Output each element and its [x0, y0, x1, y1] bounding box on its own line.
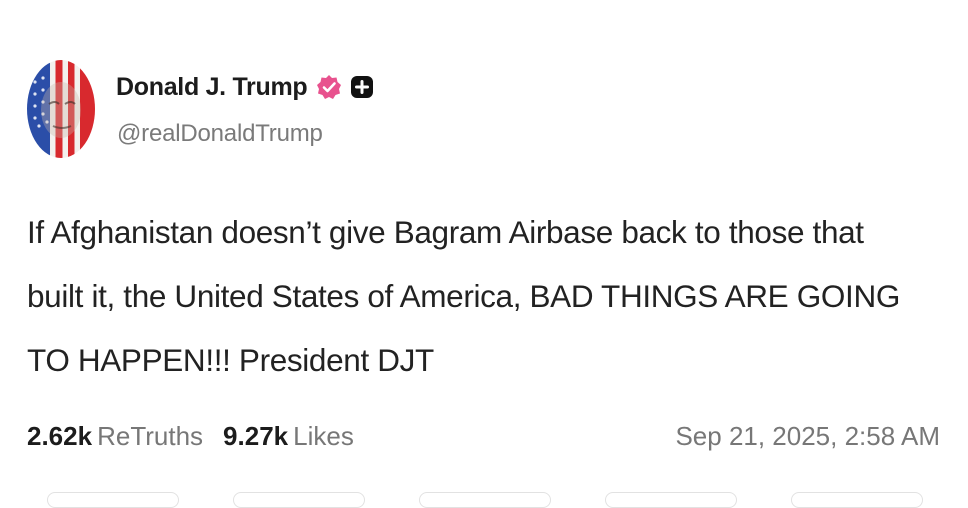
- plus-badge-icon: [351, 76, 374, 98]
- post-stats: 2.62k ReTruths 9.27k Likes: [27, 416, 374, 456]
- retruths-label: ReTruths: [97, 420, 204, 451]
- like-button[interactable]: [419, 492, 551, 508]
- more-options-button[interactable]: [791, 492, 923, 508]
- post-timestamp[interactable]: Sep 21, 2025, 2:58 AM: [675, 416, 940, 456]
- flag-portrait-icon: [33, 76, 81, 138]
- likes-stat[interactable]: 9.27k Likes: [223, 421, 354, 452]
- retruths-count: 2.62k: [27, 420, 93, 451]
- likes-label: Likes: [293, 420, 354, 451]
- reply-button[interactable]: [47, 492, 179, 508]
- post-card: Donald J. Trump @realDonaldTrump If Afgh…: [0, 0, 968, 508]
- author-display-name[interactable]: Donald J. Trump: [116, 73, 308, 102]
- retruths-stat[interactable]: 2.62k ReTruths: [27, 421, 203, 452]
- action-bar: [0, 488, 968, 508]
- post-text: If Afghanistan doesn’t give Bagram Airba…: [27, 214, 900, 378]
- share-button[interactable]: [605, 492, 737, 508]
- likes-count: 9.27k: [223, 420, 289, 451]
- retruth-button[interactable]: [233, 492, 365, 508]
- verified-badge-icon: [317, 75, 342, 99]
- author-handle[interactable]: @realDonaldTrump: [117, 120, 323, 148]
- author-name-row: Donald J. Trump: [116, 70, 374, 104]
- avatar[interactable]: [27, 60, 95, 158]
